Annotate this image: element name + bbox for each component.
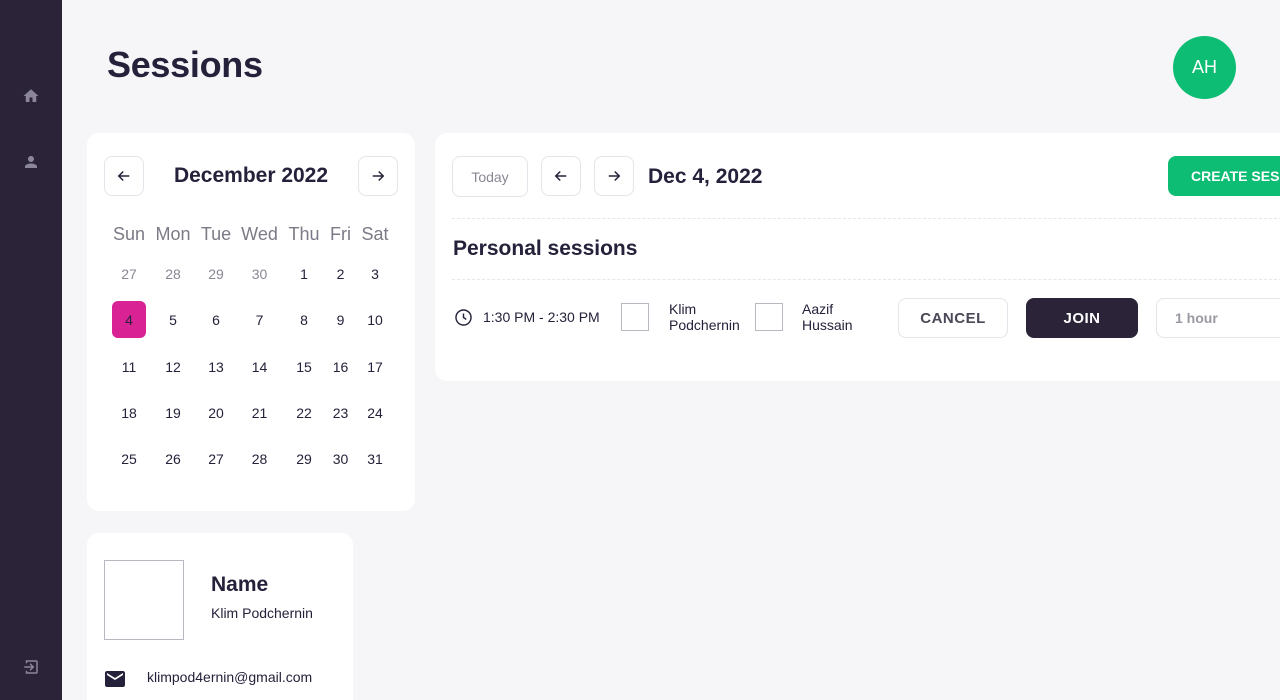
calendar-day[interactable]: 26: [151, 451, 195, 467]
weekday-label: Thu: [288, 224, 320, 244]
weekday-header: Sun Mon Tue Wed Thu Fri Sat: [107, 224, 397, 245]
calendar-day[interactable]: 28: [237, 451, 282, 467]
calendar-week: 18 19 20 21 22 23 24: [107, 405, 397, 421]
calendar-day[interactable]: 25: [107, 451, 151, 467]
profile-card: Name Klim Podchernin klimpod4ernin@gmail…: [87, 533, 353, 700]
calendar-day[interactable]: 3: [355, 266, 395, 282]
avatar[interactable]: AH: [1173, 36, 1236, 99]
calendar-day[interactable]: 14: [237, 359, 282, 375]
calendar-day[interactable]: 28: [151, 266, 195, 282]
today-button[interactable]: Today: [452, 156, 528, 197]
arrow-left-icon: [117, 170, 130, 182]
sidebar: [0, 0, 62, 700]
cancel-button[interactable]: CANCEL: [898, 298, 1008, 338]
calendar-day[interactable]: 21: [237, 405, 282, 421]
join-button[interactable]: JOIN: [1026, 298, 1138, 338]
weekday-label: Tue: [200, 224, 232, 244]
person-icon[interactable]: [21, 152, 41, 172]
calendar-day-selected[interactable]: 4: [107, 301, 151, 338]
divider: [452, 218, 1280, 219]
calendar-day[interactable]: 6: [195, 312, 237, 328]
calendar-day[interactable]: 30: [326, 451, 355, 467]
calendar-day[interactable]: 23: [326, 405, 355, 421]
profile-email: klimpod4ernin@gmail.com: [147, 669, 313, 685]
calendar-day[interactable]: 20: [195, 405, 237, 421]
calendar-day[interactable]: 17: [355, 359, 395, 375]
home-icon[interactable]: [21, 86, 41, 106]
profile-name: Klim Podchernin: [211, 605, 313, 621]
calendar-day[interactable]: 15: [282, 359, 326, 375]
calendar-day[interactable]: 13: [195, 359, 237, 375]
arrow-left-icon: [554, 170, 567, 182]
calendar-day[interactable]: 10: [355, 312, 395, 328]
calendar-card: December 2022 Sun Mon Tue Wed Thu Fri Sa…: [87, 133, 415, 511]
calendar-day[interactable]: 2: [326, 266, 355, 282]
divider: [452, 279, 1280, 280]
calendar-day[interactable]: 29: [195, 266, 237, 282]
weekday-label: Fri: [330, 224, 351, 244]
page-title: Sessions: [107, 44, 263, 85]
prev-month-button[interactable]: [104, 156, 144, 196]
calendar-day[interactable]: 7: [237, 312, 282, 328]
calendar-day[interactable]: 1: [282, 266, 326, 282]
calendar-day[interactable]: 11: [107, 359, 151, 375]
calendar-day[interactable]: 31: [355, 451, 395, 467]
weekday-label: Sat: [361, 224, 389, 244]
clock-icon: [454, 308, 473, 327]
profile-photo: [104, 560, 184, 640]
host-name: Klim Podchernin: [669, 301, 740, 333]
weekday-label: Wed: [241, 224, 278, 244]
calendar-day[interactable]: 9: [326, 312, 355, 328]
section-title: Personal sessions: [453, 237, 638, 260]
calendar-day[interactable]: 8: [282, 312, 326, 328]
selected-day-badge: 4: [112, 301, 146, 338]
guest-avatar-image: [755, 303, 783, 331]
mail-icon: [105, 671, 125, 687]
calendar-week: 11 12 13 14 15 16 17: [107, 359, 397, 375]
sessions-panel: Today Dec 4, 2022 CREATE SESSION Persona…: [435, 133, 1280, 381]
selected-date-label: Dec 4, 2022: [648, 165, 763, 188]
host-avatar-image: [621, 303, 649, 331]
next-month-button[interactable]: [358, 156, 398, 196]
calendar-week: 4 5 6 7 8 9 10: [107, 301, 397, 338]
create-session-button[interactable]: CREATE SESSION: [1168, 156, 1280, 196]
calendar-day[interactable]: 27: [107, 266, 151, 282]
logout-icon[interactable]: [21, 657, 41, 677]
calendar-week: 25 26 27 28 29 30 31: [107, 451, 397, 467]
calendar-day[interactable]: 22: [282, 405, 326, 421]
prev-day-button[interactable]: [541, 156, 581, 196]
calendar-day[interactable]: 30: [237, 266, 282, 282]
calendar-day[interactable]: 12: [151, 359, 195, 375]
calendar-day[interactable]: 27: [195, 451, 237, 467]
session-time: 1:30 PM - 2:30 PM: [483, 309, 600, 325]
next-day-button[interactable]: [594, 156, 634, 196]
weekday-label: Sun: [112, 224, 146, 244]
calendar-week: 27 28 29 30 1 2 3: [107, 266, 397, 282]
calendar-day[interactable]: 18: [107, 405, 151, 421]
guest-name: Aazif Hussain: [802, 301, 853, 333]
weekday-label: Mon: [155, 224, 191, 244]
calendar-day[interactable]: 19: [151, 405, 195, 421]
arrow-right-icon: [608, 170, 621, 182]
calendar-day[interactable]: 16: [326, 359, 355, 375]
calendar-day[interactable]: 29: [282, 451, 326, 467]
calendar-day[interactable]: 5: [151, 312, 195, 328]
profile-name-label: Name: [211, 573, 269, 596]
arrow-right-icon: [372, 170, 385, 182]
duration-select[interactable]: 1 hour: [1156, 298, 1280, 338]
calendar-day[interactable]: 24: [355, 405, 395, 421]
calendar-month-label: December 2022: [173, 164, 329, 187]
